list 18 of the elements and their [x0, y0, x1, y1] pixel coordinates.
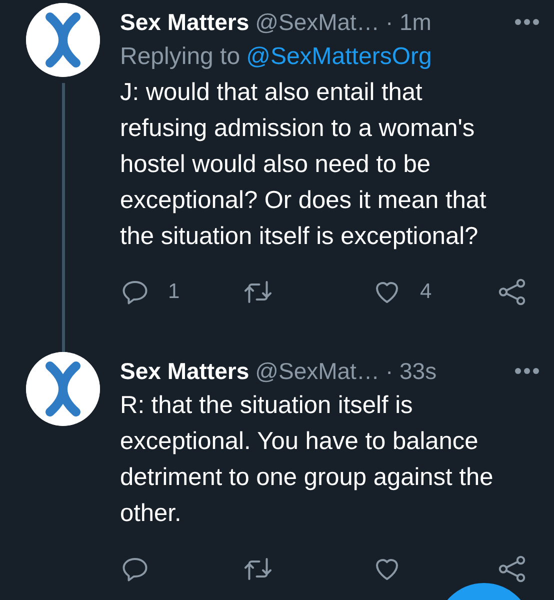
tweet-text: R: that the situation itself is exceptional. You have to balance detriment to one group against the other.	[120, 391, 494, 529]
replying-label: Replying to	[120, 42, 240, 72]
reply-count: 1	[168, 280, 180, 304]
timestamp: · 1m	[385, 8, 432, 37]
author-name: Sex Matters	[120, 8, 250, 37]
more-icon[interactable]	[514, 367, 540, 375]
avatar-icon[interactable]	[26, 3, 100, 77]
share-icon[interactable]	[497, 277, 527, 307]
mention-link[interactable]: @SexMattersOrg	[246, 39, 432, 75]
like-count: 4	[420, 280, 432, 304]
avatar-icon[interactable]	[26, 352, 100, 426]
more-icon[interactable]	[514, 18, 540, 26]
author-name: Sex Matters	[120, 357, 250, 386]
share-icon[interactable]	[497, 554, 527, 584]
timestamp: · 33s	[385, 357, 437, 386]
author-handle: @SexMat…	[255, 8, 380, 37]
author-handle: @SexMat…	[255, 357, 380, 386]
tweet-text: J: would that also entail that refusing admission to a woman's hostel would also need to be exceptional? Or does it mean that the situation itself is exceptional?	[120, 78, 488, 252]
